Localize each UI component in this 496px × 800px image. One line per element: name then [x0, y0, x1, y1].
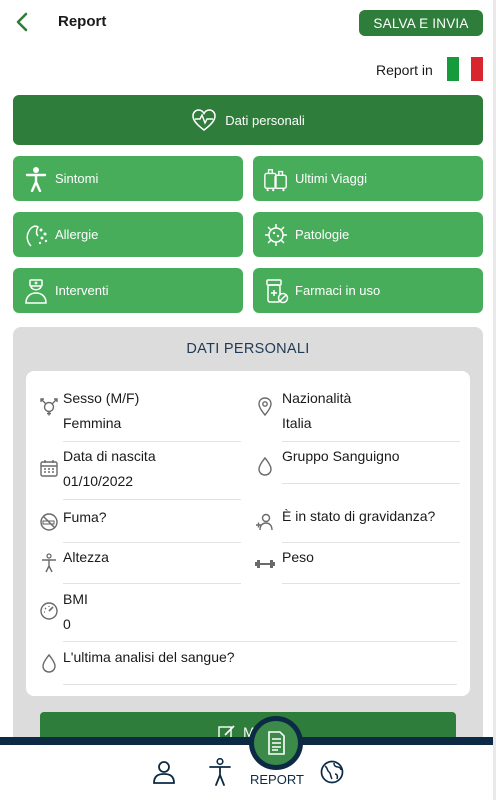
nationality-value: Italia: [282, 415, 312, 431]
person-icon: [23, 166, 49, 192]
header: Report SALVA E INVIA: [0, 0, 496, 44]
report-icon: [268, 731, 285, 755]
divider: [63, 684, 457, 685]
page-title: Report: [58, 13, 107, 30]
language-row: Report in: [0, 56, 496, 84]
allergies-button[interactable]: Allergie: [13, 212, 243, 257]
nationality-label: Nazionalità: [282, 390, 352, 406]
bmi-value: 0: [63, 616, 71, 632]
blood-group-field[interactable]: Gruppo Sanguigno: [255, 448, 470, 500]
smoke-label: Fuma?: [63, 509, 107, 525]
recent-travels-button[interactable]: Ultimi Viaggi: [253, 156, 483, 201]
gauge-icon: [40, 602, 58, 620]
nav-divider: [0, 737, 496, 745]
symptoms-label: Sintomi: [55, 171, 99, 186]
blood-test-label: L'ultima analisi del sangue?: [63, 649, 235, 665]
gender-icon: [40, 398, 58, 416]
panel-title: DATI PERSONALI: [186, 341, 310, 357]
blood-drop-icon: [258, 456, 272, 476]
profile-icon[interactable]: [152, 759, 176, 790]
sex-label: Sesso (M/F): [63, 390, 140, 406]
blood-drop-icon: [42, 653, 56, 673]
height-field[interactable]: Altezza: [39, 549, 254, 584]
birthdate-label: Data di nascita: [63, 448, 156, 464]
heart-pulse-icon: [192, 109, 217, 131]
save-and-send-button[interactable]: SALVA E INVIA: [359, 10, 483, 36]
report-nav-button[interactable]: [249, 716, 303, 770]
add-person-icon: [256, 513, 273, 531]
pregnancy-label: È in stato di gravidanza?: [282, 508, 436, 524]
birthdate-field[interactable]: Data di nascita 01/10/2022: [39, 448, 254, 500]
italy-flag-icon[interactable]: [447, 57, 483, 81]
back-icon[interactable]: [12, 10, 34, 34]
bottom-nav: [0, 745, 496, 800]
sex-field[interactable]: Sesso (M/F) Femmina: [39, 390, 254, 442]
interventions-label: Interventi: [55, 283, 109, 298]
calendar-icon: [40, 460, 58, 477]
no-smoking-icon: [40, 513, 58, 531]
sex-value: Femmina: [63, 415, 122, 431]
birthdate-value: 01/10/2022: [63, 473, 134, 489]
bmi-label: BMI: [63, 591, 88, 607]
divider: [63, 499, 241, 500]
divider: [63, 641, 457, 642]
allergy-icon: [23, 222, 49, 248]
personal-data-button[interactable]: Dati personali: [13, 95, 483, 145]
luggage-icon: [263, 166, 289, 192]
pregnancy-field[interactable]: È in stato di gravidanza?: [255, 508, 470, 543]
globe-icon[interactable]: [320, 760, 344, 789]
dumbbell-icon: [255, 560, 275, 568]
body-icon[interactable]: [208, 757, 232, 791]
interventions-button[interactable]: Interventi: [13, 268, 243, 313]
personal-data-card: Sesso (M/F) Femmina Nazionalità Italia D…: [26, 371, 470, 696]
divider: [63, 583, 241, 584]
allergies-label: Allergie: [55, 227, 99, 242]
report-nav-label: REPORT: [250, 772, 304, 787]
divider: [282, 441, 460, 442]
doctor-icon: [23, 278, 49, 304]
smoke-field[interactable]: Fuma?: [39, 509, 254, 543]
body-height-icon: [42, 553, 56, 573]
report-nav-inner: [254, 721, 298, 765]
blood-test-field[interactable]: L'ultima analisi del sangue?: [39, 649, 470, 689]
weight-field[interactable]: Peso: [255, 549, 470, 584]
bmi-field[interactable]: BMI 0: [39, 591, 470, 643]
location-pin-icon: [258, 397, 272, 416]
divider: [282, 542, 460, 543]
divider: [282, 583, 460, 584]
divider: [63, 542, 241, 543]
virus-icon: [263, 222, 289, 248]
height-label: Altezza: [63, 549, 109, 565]
weight-label: Peso: [282, 549, 314, 565]
pill-bottle-icon: [263, 278, 289, 304]
blood-group-label: Gruppo Sanguigno: [282, 448, 400, 464]
pathologies-label: Patologie: [295, 227, 350, 242]
report-language-label: Report in: [376, 62, 433, 78]
symptoms-button[interactable]: Sintomi: [13, 156, 243, 201]
pathologies-button[interactable]: Patologie: [253, 212, 483, 257]
personal-data-label: Dati personali: [225, 112, 305, 128]
medications-button[interactable]: Farmaci in uso: [253, 268, 483, 313]
medications-label: Farmaci in uso: [295, 283, 381, 298]
divider: [63, 441, 241, 442]
divider: [282, 483, 460, 484]
recent-travels-label: Ultimi Viaggi: [295, 171, 368, 186]
nationality-field[interactable]: Nazionalità Italia: [255, 390, 470, 442]
